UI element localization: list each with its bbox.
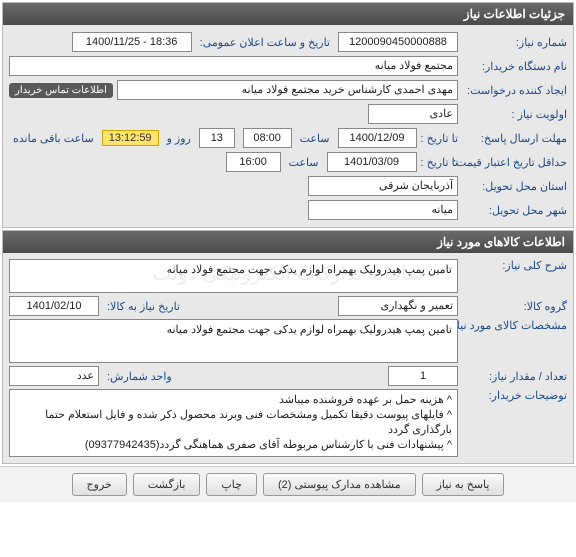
buyer-field: مجتمع فولاد میانه [9,56,458,76]
need-details-header: جزئیات اطلاعات نیاز [3,3,573,25]
validity-label: حداقل تاریخ اعتبار قیمت: [462,156,567,169]
need-to-date-label: تاریخ نیاز به کالا: [103,300,184,313]
qty-field: 1 [388,366,458,386]
unit-label: واحد شمارش: [103,370,176,383]
announce-field: 1400/11/25 - 18:36 [72,32,192,52]
notes-label: توضیحات خریدار: [462,389,567,402]
need-no-field: 1200090450000888 [338,32,458,52]
spec-field: تامین پمپ هیدرولیک بهمراه لوازم یدکی جهت… [9,319,458,363]
group-label: گروه کالا: [462,300,567,313]
days-and-label: روز و [163,132,195,145]
province-label: استان محل تحویل: [462,180,567,193]
qty-label: تعداد / مقدار نیاز: [462,370,567,383]
attachments-button[interactable]: مشاهده مدارک پیوستی (2) [263,473,416,496]
time-label-1: ساعت [296,132,334,145]
deadline-time-field: 08:00 [243,128,292,148]
to-date-label-2: تا تاریخ : [421,156,458,169]
need-no-label: شماره نیاز: [462,36,567,49]
need-to-date-field: 1401/02/10 [9,296,99,316]
to-date-label-1: تا تاریخ : [421,132,458,145]
unit-field: عدد [9,366,99,386]
priority-field: عادی [368,104,458,124]
print-button[interactable]: چاپ [206,473,257,496]
creator-label: ایجاد کننده درخواست: [462,84,567,97]
city-field: میانه [308,200,458,220]
creator-field: مهدی احمدی کارشناس خرید مجتمع فولاد میان… [117,80,458,100]
remaining-label: ساعت باقی مانده [9,132,98,145]
priority-label: اولویت نیاز : [462,108,567,121]
goods-info-panel: اطلاعات کالاهای مورد نیاز شرح کلی نیاز: … [2,230,574,464]
time-label-2: ساعت [285,156,323,169]
need-details-panel: جزئیات اطلاعات نیاز شماره نیاز: 12000904… [2,2,574,228]
announce-label: تاریخ و ساعت اعلان عمومی: [196,36,334,49]
notes-field: ^ هزینه حمل بر عهده فروشنده میباشد ^ فای… [9,389,458,457]
button-bar: پاسخ به نیاز مشاهده مدارک پیوستی (2) چاپ… [0,466,576,502]
exit-button[interactable]: خروج [72,473,127,496]
validity-date-field: 1401/03/09 [327,152,417,172]
buyer-label: نام دستگاه خریدار: [462,60,567,73]
goods-info-body: شرح کلی نیاز: تامین پمپ هیدرولیک بهمراه … [3,253,573,463]
goods-info-header: اطلاعات کالاهای مورد نیاز [3,231,573,253]
province-field: آذربایجان شرقی [308,176,458,196]
deadline-label: مهلت ارسال پاسخ: [462,132,567,145]
respond-button[interactable]: پاسخ به نیاز [422,473,505,496]
validity-time-field: 16:00 [226,152,281,172]
spec-label: مشخصات کالای مورد نیاز: [462,319,567,332]
desc-label: شرح کلی نیاز: [462,259,567,272]
countdown-field: 13:12:59 [102,130,159,146]
contact-chip[interactable]: اطلاعات تماس خریدار [9,83,113,98]
back-button[interactable]: بازگشت [133,473,201,496]
desc-field: تامین پمپ هیدرولیک بهمراه لوازم یدکی جهت… [9,259,458,293]
group-field: تعمیر و نگهداری [338,296,458,316]
need-details-body: شماره نیاز: 1200090450000888 تاریخ و ساع… [3,25,573,227]
days-field: 13 [199,128,235,148]
city-label: شهر محل تحویل: [462,204,567,217]
deadline-date-field: 1400/12/09 [338,128,417,148]
